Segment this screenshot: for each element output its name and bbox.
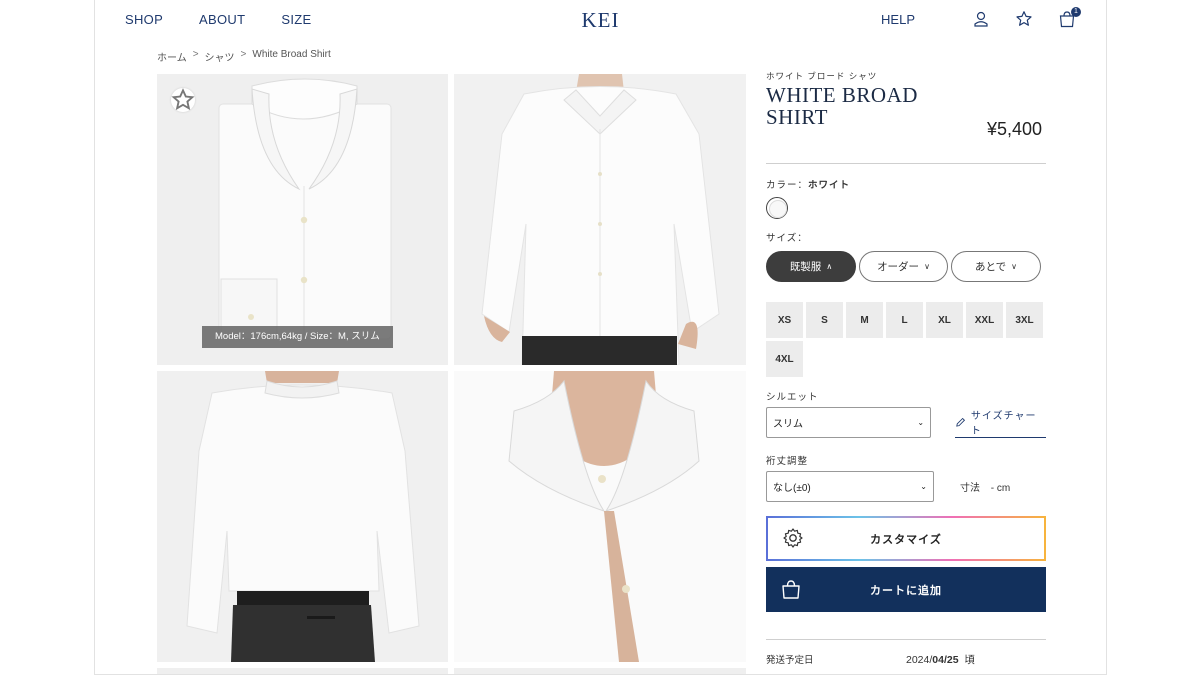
color-label-text: カラー： [766, 180, 809, 191]
breadcrumb: ホーム > シャツ > White Broad Shirt [157, 49, 331, 64]
size-chart-link[interactable]: サイズチャート [955, 407, 1046, 438]
customize-label: カスタマイズ [870, 533, 942, 546]
page-frame: SHOP ABOUT SIZE KEI HELP 1 ホーム > シャツ > W… [94, 0, 1107, 675]
measurement-readout: 寸法 - cm [960, 479, 1010, 494]
size-label: サイズ： [766, 233, 808, 244]
length-value: なし(±0) [773, 483, 811, 494]
breadcrumb-shirts[interactable]: シャツ [205, 49, 235, 64]
tab-later-label: あとで [974, 261, 1007, 273]
product-image-5[interactable] [157, 668, 448, 674]
size-xs[interactable]: XS [766, 302, 803, 338]
user-icon[interactable] [972, 10, 990, 28]
ship-date-label: 発送予定日 [766, 655, 814, 666]
cart-count-badge: 1 [1071, 7, 1081, 17]
star-icon[interactable] [1015, 10, 1033, 28]
add-to-cart-label: カートに追加 [870, 584, 942, 597]
shipping-info: 発送予定日 2024/04/25 頃 [766, 639, 1046, 667]
measurement-value: - cm [990, 483, 1011, 494]
size-l[interactable]: L [886, 302, 923, 338]
length-label: 裄丈調整 [766, 456, 809, 467]
title-row: WHITE BROAD SHIRT ¥5,400 [766, 84, 1046, 164]
logo[interactable]: KEI [582, 8, 620, 32]
measurement-label: 寸法 [960, 483, 980, 494]
favorite-button[interactable] [171, 88, 195, 112]
product-image-folded[interactable]: Model：176cm,64kg / Size：M, スリム [157, 74, 448, 365]
bag-icon [782, 580, 800, 599]
color-swatch-white[interactable] [766, 197, 788, 219]
product-title-line-1: WHITE BROAD [766, 83, 918, 107]
silhouette-label: シルエット [766, 392, 819, 403]
tab-order[interactable]: オーダー ∨ [859, 251, 948, 282]
help-link[interactable]: HELP [881, 12, 915, 27]
length-row: なし(±0) ⌄ 寸法 - cm [766, 471, 1046, 502]
size-s[interactable]: S [806, 302, 843, 338]
product-image-collar[interactable] [454, 371, 746, 662]
product-image-front[interactable] [454, 74, 746, 365]
product-title: WHITE BROAD SHIRT [766, 84, 946, 128]
silhouette-row: スリム ⌄ サイズチャート [766, 407, 1046, 438]
model-caption: Model：176cm,64kg / Size：M, スリム [202, 326, 393, 348]
tab-order-label: オーダー [877, 261, 920, 273]
collar-closeup-illustration [454, 371, 746, 662]
customize-button[interactable]: カスタマイズ [766, 516, 1046, 561]
tab-ready-made[interactable]: 既製服 ∧ [766, 251, 856, 282]
star-icon [171, 88, 195, 111]
size-options: XS S M L XL XXL 3XL 4XL [766, 302, 1046, 377]
breadcrumb-home[interactable]: ホーム [157, 49, 187, 64]
product-price: ¥5,400 [986, 119, 1042, 139]
size-type-tabs: 既製服 ∧ オーダー ∨ あとで ∨ [766, 251, 1046, 282]
color-value: ホワイト [808, 180, 851, 191]
size-xxl[interactable]: XXL [966, 302, 1003, 338]
breadcrumb-separator: > [192, 49, 199, 60]
pencil-icon [956, 417, 966, 427]
folded-shirt-illustration [218, 78, 392, 340]
product-image-back[interactable] [157, 371, 448, 662]
chevron-up-icon: ∧ [826, 262, 833, 271]
chevron-down-icon: ⌄ [920, 482, 927, 491]
bag-icon[interactable]: 1 [1058, 7, 1081, 28]
tab-later[interactable]: あとで ∨ [951, 251, 1041, 282]
customize-button-inner: カスタマイズ [768, 518, 1044, 559]
add-to-cart-button[interactable]: カートに追加 [766, 567, 1046, 612]
size-m[interactable]: M [846, 302, 883, 338]
breadcrumb-current: White Broad Shirt [252, 49, 331, 60]
size-3xl[interactable]: 3XL [1006, 302, 1043, 338]
product-panel: ホワイト ブロード シャツ WHITE BROAD SHIRT ¥5,400 カ… [766, 70, 1046, 666]
chevron-down-icon: ∨ [924, 262, 930, 271]
breadcrumb-separator: > [240, 49, 247, 60]
silhouette-value: スリム [773, 419, 803, 430]
color-label: カラー：ホワイト [766, 177, 1046, 191]
gear-icon [783, 528, 803, 548]
ship-date-month-day: 04/25 [932, 654, 959, 666]
silhouette-select[interactable]: スリム ⌄ [766, 407, 932, 438]
header-actions: HELP 1 [881, 7, 1081, 28]
ship-date-year: 2024/ [906, 654, 933, 666]
size-4xl[interactable]: 4XL [766, 341, 803, 377]
product-title-line-2: SHIRT [766, 105, 828, 129]
tab-ready-made-label: 既製服 [789, 261, 822, 273]
length-select[interactable]: なし(±0) ⌄ [766, 471, 934, 502]
ship-date-value: 2024/04/25 頃 [906, 652, 975, 667]
chevron-down-icon: ∨ [1011, 262, 1018, 271]
product-kana-name: ホワイト ブロード シャツ [766, 71, 878, 81]
size-chart-label: サイズチャート [970, 411, 1037, 437]
front-shirt-illustration [481, 74, 720, 365]
back-shirt-illustration [186, 371, 420, 662]
product-image-6[interactable] [454, 668, 746, 674]
size-xl[interactable]: XL [926, 302, 963, 338]
ship-date-suffix: 頃 [964, 654, 975, 666]
chevron-down-icon: ⌄ [917, 418, 925, 427]
